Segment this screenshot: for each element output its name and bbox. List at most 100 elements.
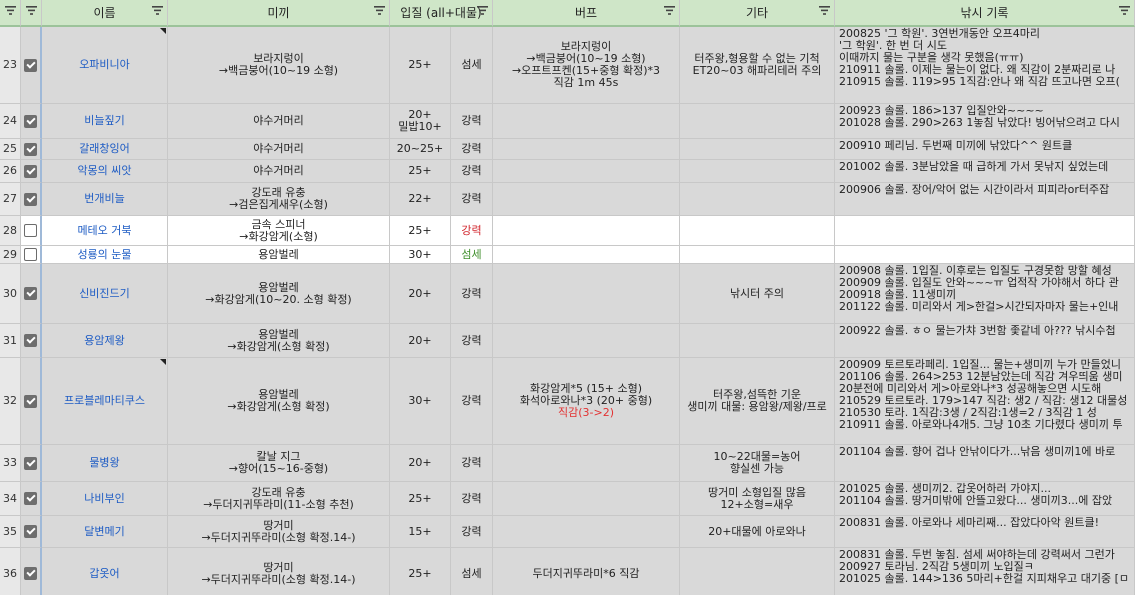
fish-name[interactable]: 용암제왕 xyxy=(42,324,168,358)
record-line: 210911 솔롤. 아로와나4개5. 그냥 10초 기다렸다 생미끼 투 xyxy=(839,418,1123,431)
etc-cell: 낚시터 주의 xyxy=(680,264,835,324)
done-checkbox[interactable] xyxy=(24,567,37,580)
fish-name[interactable]: 갈래창잉어 xyxy=(42,139,168,160)
header-rownum xyxy=(0,0,21,27)
fish-name[interactable]: 프로블레마티쿠스 xyxy=(42,358,168,445)
record-cell: 200825 '그 학원'. 3연번개동안 오프4마리 '그 학원'. 한 번 더… xyxy=(835,27,1135,104)
rownum-filter-icon[interactable] xyxy=(5,6,16,15)
depth-line: 20~25+ xyxy=(396,142,444,155)
done-checkbox[interactable] xyxy=(24,224,37,237)
header-name-filter-icon[interactable] xyxy=(152,6,163,15)
header-depth-label: 입질 (all+대물) xyxy=(400,5,482,20)
bait-line: 용암벌레 xyxy=(258,280,299,294)
row-number: 26 xyxy=(0,160,21,183)
buff-cell xyxy=(493,183,680,216)
depth-line: 30+ xyxy=(408,394,432,407)
etc-cell xyxy=(680,139,835,160)
row-number: 30 xyxy=(0,264,21,324)
buff-cell: 보라지렁이 →백금붕어(10~19 소형) →오프트프켄(15+중형 확정)*3 직감… xyxy=(493,27,680,104)
row-checkbox-cell xyxy=(21,104,42,139)
record-line: 201104 솔롤. 향어 겁나 안낚이다가...낚음 생미끼1에 바로 xyxy=(839,445,1116,458)
hook-type: 섬세 xyxy=(451,246,493,264)
header-record: 낚시 기록 xyxy=(835,0,1135,27)
done-checkbox[interactable] xyxy=(24,492,37,505)
record-line: 200922 솔롤. ㅎㅇ 물는가챠 3번함 좇같네 아??? 낚시수첩 xyxy=(839,324,1116,337)
bait-line: 야수거머리 xyxy=(253,142,304,155)
depth-line: 30+ xyxy=(408,247,432,261)
depth-line: 20+ xyxy=(408,333,432,347)
fish-name[interactable]: 신비진드기 xyxy=(42,264,168,324)
done-checkbox[interactable] xyxy=(24,287,37,300)
bait-line: 용암벌레 xyxy=(258,327,299,341)
done-checkbox[interactable] xyxy=(24,164,37,178)
fish-name[interactable]: 번개비늘 xyxy=(42,183,168,216)
done-checkbox[interactable] xyxy=(24,334,37,347)
depth-cell: 15+ xyxy=(390,516,451,548)
fish-name[interactable]: 나비부인 xyxy=(42,482,168,516)
depth-cell: 20~25+ xyxy=(390,139,451,160)
header-buff-filter-icon[interactable] xyxy=(664,6,675,15)
record-cell: 200908 솔롤. 1입질. 이후로는 입질도 구경못함 망할 혜성 20090… xyxy=(835,264,1135,324)
comment-marker xyxy=(160,28,166,34)
bait-line: →화강암게(소형 확정) xyxy=(227,400,330,413)
hook-type: 섬세 xyxy=(451,548,493,595)
bait-cell: 용암벌레 →화강암게(소형 확정) xyxy=(168,324,390,358)
row-number: 27 xyxy=(0,183,21,216)
fish-name[interactable]: 메테오 거북 xyxy=(42,216,168,246)
depth-cell: 20+ xyxy=(390,445,451,482)
fish-name[interactable]: 악몽의 씨앗 xyxy=(42,160,168,183)
row-number: 33 xyxy=(0,445,21,482)
fish-name[interactable]: 성룡의 눈물 xyxy=(42,246,168,264)
header-etc-filter-icon[interactable] xyxy=(819,6,830,15)
bait-line: →두더지귀뚜라미(소형 확정.14-) xyxy=(201,530,356,544)
row-number: 23 xyxy=(0,27,21,104)
fish-name[interactable]: 물병왕 xyxy=(42,445,168,482)
done-checkbox[interactable] xyxy=(24,114,37,128)
record-line: 201025 솔롤. 144>136 5마리+한걸 지피채우고 대기중 [ㅁ xyxy=(839,572,1129,585)
etc-cell xyxy=(680,183,835,216)
buff-cell: 두더지귀뚜라미*6 직감 xyxy=(493,548,680,595)
record-cell: 200922 솔롤. ㅎㅇ 물는가챠 3번함 좇같네 아??? 낚시수첩 xyxy=(835,324,1135,358)
header-bait: 미끼 xyxy=(168,0,390,27)
header-check-filter-icon[interactable] xyxy=(26,6,37,15)
done-checkbox[interactable] xyxy=(24,58,37,72)
row-checkbox-cell xyxy=(21,516,42,548)
buff-cell xyxy=(493,264,680,324)
hook-type: 강력 xyxy=(451,183,493,216)
row-number: 25 xyxy=(0,139,21,160)
etc-line: 12+소형=새우 xyxy=(720,497,794,511)
row-number: 32 xyxy=(0,358,21,445)
done-checkbox[interactable] xyxy=(24,248,37,261)
done-checkbox[interactable] xyxy=(24,456,37,470)
fish-name[interactable]: 비늘짚기 xyxy=(42,104,168,139)
header-record-filter-icon[interactable] xyxy=(1119,6,1130,15)
spreadsheet: 이름 미끼 입질 (all+대물) 버프 기타 낚시 기록 23 오파비니아 보라지렁이 →백금붕… xyxy=(0,0,1135,595)
buff-cell xyxy=(493,445,680,482)
bait-cell: 용암벌레 xyxy=(168,246,390,264)
bait-cell: 용암벌레 →화강암게(소형 확정) xyxy=(168,358,390,445)
bait-cell: 보라지렁이 →백금붕어(10~19 소형) xyxy=(168,27,390,104)
done-checkbox[interactable] xyxy=(24,525,37,538)
fish-name[interactable]: 오파비니아 xyxy=(42,27,168,104)
record-line: 200831 솔롤. 아로와나 세마리째... 잡았다아악 원트클! xyxy=(839,516,1100,529)
row-checkbox-cell xyxy=(21,183,42,216)
done-checkbox[interactable] xyxy=(24,192,37,206)
header-buff: 버프 xyxy=(493,0,680,27)
done-checkbox[interactable] xyxy=(24,142,37,156)
header-depth-filter-icon[interactable] xyxy=(477,6,488,15)
record-cell xyxy=(835,246,1135,264)
header-bait-filter-icon[interactable] xyxy=(374,6,385,15)
bait-line: →백금붕어(10~19 소형) xyxy=(218,64,339,77)
row-checkbox-cell xyxy=(21,482,42,516)
header-etc: 기타 xyxy=(680,0,835,27)
etc-line: 생미끼 대물: 용암왕/제왕/프로 xyxy=(687,400,827,413)
buff-cell xyxy=(493,482,680,516)
header-check xyxy=(21,0,42,27)
row-number: 34 xyxy=(0,482,21,516)
bait-line: →향어(15~16-중형) xyxy=(228,462,329,475)
fish-name[interactable]: 달변메기 xyxy=(42,516,168,548)
fish-name[interactable]: 갑옷어 xyxy=(42,548,168,595)
row-checkbox-cell xyxy=(21,27,42,104)
done-checkbox[interactable] xyxy=(24,394,37,408)
row-number: 35 xyxy=(0,516,21,548)
